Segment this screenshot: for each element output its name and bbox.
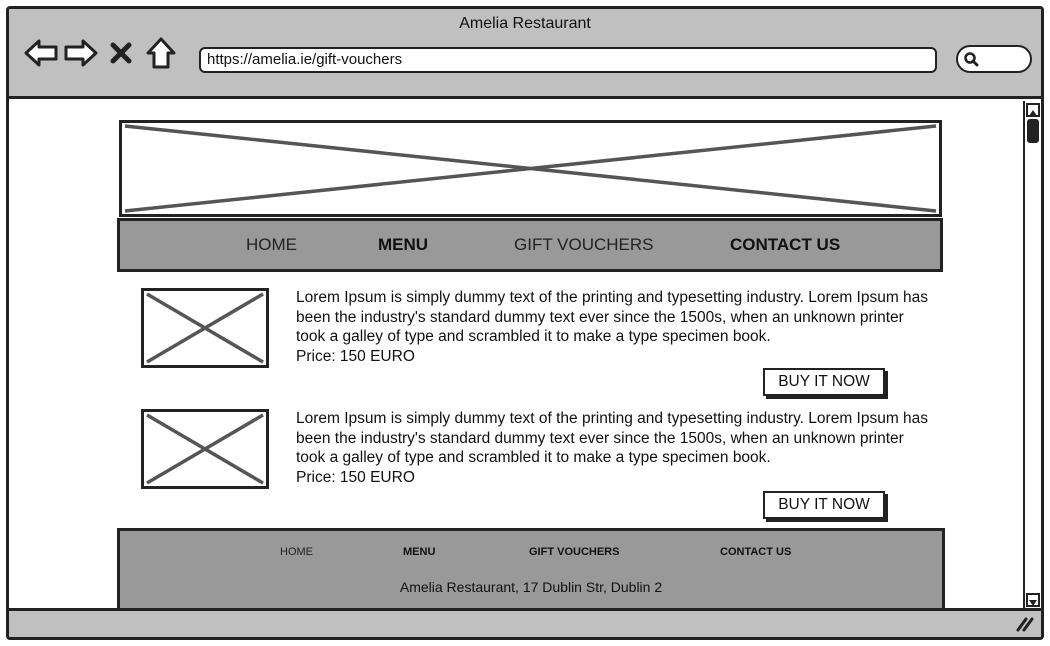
footer-link-menu[interactable]: MENU xyxy=(403,546,435,558)
product-card: Lorem Ipsum is simply dummy text of the … xyxy=(141,288,941,406)
page-footer: HOME MENU GIFT VOUCHERS CONTACT US Ameli… xyxy=(117,528,945,608)
nav-item-home[interactable]: HOME xyxy=(246,235,297,255)
browser-search-field[interactable] xyxy=(956,45,1032,73)
browser-chrome: Amelia Restaurant https://amelia.ie/gift… xyxy=(9,9,1041,99)
back-arrow-icon[interactable] xyxy=(23,35,59,71)
product-image-placeholder xyxy=(141,288,269,368)
product-text: Lorem Ipsum is simply dummy text of the … xyxy=(296,410,929,467)
scroll-up-button[interactable] xyxy=(1026,103,1040,117)
main-nav: HOME MENU GIFT VOUCHERS CONTACT US xyxy=(117,218,943,272)
window-title: Amelia Restaurant xyxy=(459,15,591,32)
scroll-down-arrow-icon xyxy=(1029,600,1037,606)
scroll-up-arrow-icon xyxy=(1029,110,1037,116)
footer-link-contact-us[interactable]: CONTACT US xyxy=(720,546,791,558)
hero-image-placeholder xyxy=(119,120,942,217)
vertical-scrollbar[interactable] xyxy=(1023,101,1041,609)
page-viewport: HOME MENU GIFT VOUCHERS CONTACT US Lorem… xyxy=(9,102,1023,608)
browser-window: Amelia Restaurant https://amelia.ie/gift… xyxy=(6,6,1044,640)
footer-address: Amelia Restaurant, 17 Dublin Str, Dublin… xyxy=(399,579,663,595)
forward-arrow-icon[interactable] xyxy=(63,35,99,71)
status-bar xyxy=(9,608,1041,637)
resize-grip-icon[interactable] xyxy=(1015,616,1035,632)
search-icon xyxy=(964,52,979,67)
product-text: Lorem Ipsum is simply dummy text of the … xyxy=(296,289,929,346)
buy-it-now-button[interactable]: BUY IT NOW xyxy=(763,368,885,396)
product-price: Price: 150 EURO xyxy=(296,348,415,366)
product-description: Lorem Ipsum is simply dummy text of the … xyxy=(296,409,936,488)
address-bar[interactable]: https://amelia.ie/gift-vouchers xyxy=(199,47,937,73)
nav-item-gift-vouchers[interactable]: GIFT VOUCHERS xyxy=(514,235,653,255)
footer-link-home[interactable]: HOME xyxy=(280,546,313,558)
scroll-thumb[interactable] xyxy=(1027,119,1039,143)
browser-nav-icons xyxy=(23,35,179,71)
product-image-placeholder xyxy=(141,409,269,489)
scroll-down-button[interactable] xyxy=(1026,593,1040,607)
home-icon[interactable] xyxy=(143,35,179,71)
buy-it-now-button[interactable]: BUY IT NOW xyxy=(763,491,885,519)
close-x-icon[interactable] xyxy=(103,35,139,71)
product-price: Price: 150 EURO xyxy=(296,469,415,487)
product-description: Lorem Ipsum is simply dummy text of the … xyxy=(296,288,936,367)
nav-item-menu[interactable]: MENU xyxy=(378,235,428,255)
nav-item-contact-us[interactable]: CONTACT US xyxy=(730,235,840,255)
product-card: Lorem Ipsum is simply dummy text of the … xyxy=(141,409,941,527)
footer-link-gift-vouchers[interactable]: GIFT VOUCHERS xyxy=(529,546,619,558)
